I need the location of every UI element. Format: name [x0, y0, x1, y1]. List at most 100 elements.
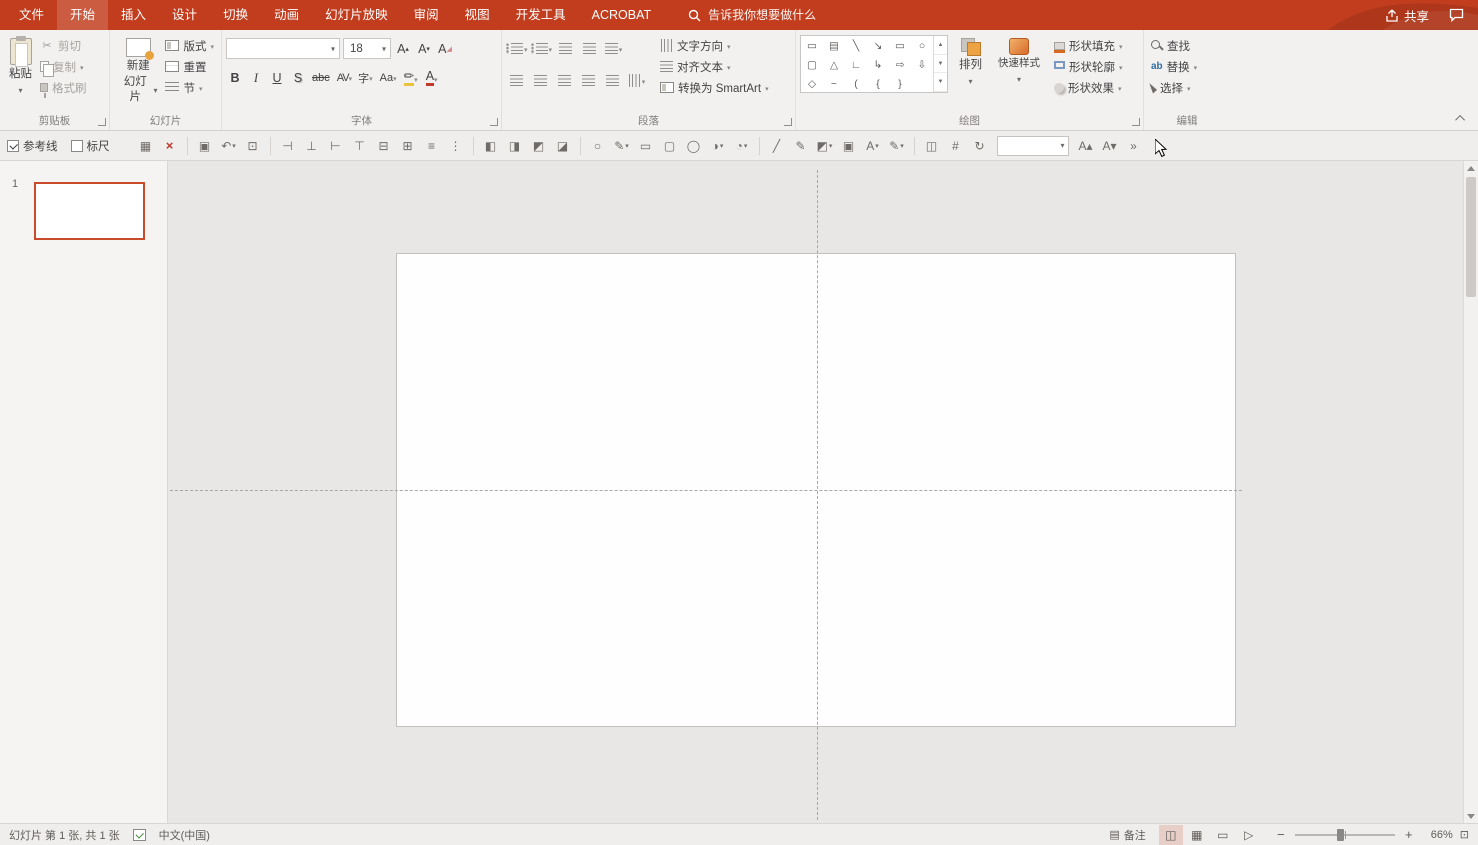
decrease-font-size-button[interactable]: A ▾ [415, 39, 433, 59]
shape-cell[interactable]: ▤ [823, 36, 845, 55]
rotate-icon[interactable]: ↻ [969, 135, 991, 157]
shape-outline-button[interactable]: 形状轮廓 [1051, 56, 1126, 77]
section-button[interactable]: 节 [162, 77, 217, 98]
zoom-in-button[interactable]: + [1402, 827, 1416, 842]
tab-review[interactable]: 审阅 [401, 0, 452, 30]
font-size-combo[interactable]: 18 [343, 38, 391, 59]
align-left-button[interactable] [506, 70, 527, 90]
oval-tool-icon[interactable]: ○ [587, 135, 609, 157]
guides-checkbox[interactable] [7, 139, 19, 152]
shape-shadow-icon[interactable]: ◑ [707, 135, 729, 157]
zoom-slider-thumb[interactable] [1336, 828, 1344, 841]
outline-color-icon[interactable]: ✎ [886, 135, 908, 157]
collapse-ribbon-button[interactable] [1452, 111, 1470, 125]
highlight-color-button[interactable]: ✏ [402, 68, 420, 88]
shape-effects-button[interactable]: 形状效果 [1051, 77, 1126, 98]
shape-cell[interactable]: ( [845, 74, 867, 93]
shape-cell[interactable]: ↳ [867, 55, 889, 74]
tab-slideshow[interactable]: 幻灯片放映 [312, 0, 401, 30]
slide-sorter-icon[interactable]: ▦ [1185, 825, 1209, 845]
tab-transitions[interactable]: 切换 [210, 0, 261, 30]
more-tools-icon[interactable]: » [1123, 135, 1145, 157]
shape-cell[interactable]: ⇨ [889, 55, 911, 74]
replace-button[interactable]: ab 替换 [1148, 56, 1226, 77]
shape-cell[interactable]: ∟ [845, 55, 867, 74]
shape-cell[interactable]: ▭ [889, 36, 911, 55]
dialog-launcher-icon[interactable] [784, 118, 792, 126]
shape-cell[interactable]: } [889, 74, 911, 93]
shape-cell[interactable]: ╲ [845, 36, 867, 55]
shape-cell[interactable]: ◇ [801, 74, 823, 93]
dialog-launcher-icon[interactable] [1132, 118, 1140, 126]
font-decrease-icon[interactable]: A▾ [1099, 135, 1121, 157]
bring-to-front-icon[interactable]: ◧ [480, 135, 502, 157]
copy-button[interactable]: 复制 [37, 56, 90, 77]
align-top-objects-icon[interactable]: ⊤ [349, 135, 371, 157]
table-grid-icon[interactable]: ▦ [135, 135, 157, 157]
start-slideshow-icon[interactable]: ⊡ [242, 135, 264, 157]
line-spacing-button[interactable] [603, 38, 624, 58]
arrange-button[interactable]: 排列 [954, 35, 987, 98]
underline-button[interactable]: U [268, 68, 286, 88]
rounded-rectangle-tool-icon[interactable]: ▢ [659, 135, 681, 157]
guides-toggle[interactable]: 参考线 [7, 138, 58, 154]
slideshow-view-icon[interactable]: ▷ [1237, 825, 1261, 845]
textbox-icon[interactable]: ▣ [838, 135, 860, 157]
rectangle-tool-icon[interactable]: ▭ [635, 135, 657, 157]
scroll-down-icon[interactable] [1464, 809, 1478, 823]
shape-cell[interactable]: ~ [823, 74, 845, 93]
zoom-slider[interactable] [1294, 828, 1395, 841]
share-button[interactable]: 共享 [1385, 6, 1429, 25]
comments-icon[interactable] [1449, 8, 1464, 22]
shape-fill-button[interactable]: 形状填充 [1051, 35, 1126, 56]
strikethrough-button[interactable]: abc [310, 68, 332, 88]
distribute-text-button[interactable] [602, 70, 623, 90]
columns-button[interactable] [626, 70, 647, 90]
bring-forward-icon[interactable]: ◩ [528, 135, 550, 157]
tab-design[interactable]: 设计 [159, 0, 210, 30]
reading-view-icon[interactable]: ▭ [1211, 825, 1235, 845]
tab-insert[interactable]: 插入 [108, 0, 159, 30]
font-name-combo[interactable] [226, 38, 340, 59]
select-button[interactable]: 选择 [1148, 77, 1226, 98]
scroll-up-icon[interactable] [1464, 161, 1478, 175]
bold-button[interactable]: B [226, 68, 244, 88]
align-left-objects-icon[interactable]: ⊣ [277, 135, 299, 157]
bullets-button[interactable] [506, 38, 528, 58]
align-text-button[interactable]: 对齐文本 [657, 56, 772, 77]
style-combo[interactable] [996, 135, 1069, 156]
tab-acrobat[interactable]: ACROBAT [579, 0, 665, 30]
shape-cell[interactable]: ⇩ [911, 55, 933, 74]
save-icon[interactable]: ▣ [194, 135, 216, 157]
find-button[interactable]: 查找 [1148, 35, 1226, 56]
font-increase-icon[interactable]: A▴ [1075, 135, 1097, 157]
tab-developer[interactable]: 开发工具 [503, 0, 579, 30]
align-bottom-objects-icon[interactable]: ⊥ [301, 135, 323, 157]
reset-button[interactable]: 重置 [162, 56, 217, 77]
align-middle-objects-icon[interactable]: ⊟ [373, 135, 395, 157]
freeform-tool-icon[interactable]: ✎ [611, 135, 633, 157]
convert-smartart-button[interactable]: 转换为 SmartArt [657, 77, 772, 98]
close-icon[interactable]: × [159, 135, 181, 157]
quick-styles-button[interactable]: 快速样式 [993, 35, 1045, 98]
shape-cell[interactable]: ○ [911, 36, 933, 55]
merge-shapes-icon[interactable]: ◫ [921, 135, 943, 157]
shape-cell[interactable]: ▢ [801, 55, 823, 74]
ellipse-tool-icon[interactable]: ◯ [683, 135, 705, 157]
undo-icon[interactable]: ↶ [218, 135, 240, 157]
layout-button[interactable]: 版式 [162, 35, 217, 56]
zoom-level[interactable]: 66% [1423, 829, 1453, 841]
justify-button[interactable] [578, 70, 599, 90]
font-color-icon[interactable]: A [862, 135, 884, 157]
align-center-objects-icon[interactable]: ⊞ [397, 135, 419, 157]
search-input[interactable] [708, 8, 879, 22]
send-to-back-icon[interactable]: ◨ [504, 135, 526, 157]
dialog-launcher-icon[interactable] [490, 118, 498, 126]
dialog-launcher-icon[interactable] [98, 118, 106, 126]
tell-me-search[interactable] [688, 8, 879, 22]
zoom-out-button[interactable]: − [1274, 827, 1288, 842]
gallery-more-icon[interactable]: ▼ [934, 73, 947, 93]
numbering-button[interactable] [530, 38, 553, 58]
paste-button[interactable]: 粘贴 [4, 35, 37, 101]
tab-home[interactable]: 开始 [57, 0, 109, 30]
